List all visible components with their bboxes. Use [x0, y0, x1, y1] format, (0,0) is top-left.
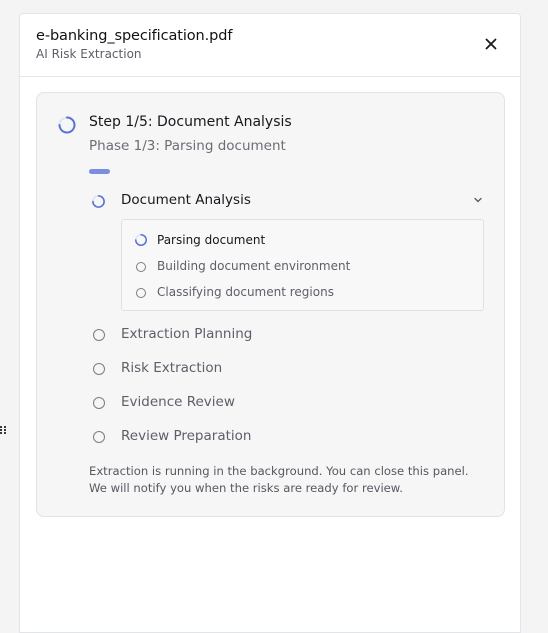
stage-label: Risk Extraction	[121, 360, 223, 376]
stage-review-preparation: Review Preparation	[89, 426, 489, 448]
background-notice: Extraction is running in the background.…	[89, 464, 469, 495]
substep-label: Building document environment	[157, 259, 351, 273]
spinner-icon	[58, 116, 76, 134]
substep-label: Classifying document regions	[157, 285, 334, 299]
spinner-icon	[92, 195, 105, 208]
stage-label: Extraction Planning	[121, 326, 253, 342]
progress-bar	[89, 169, 431, 174]
circle-icon	[93, 363, 105, 375]
circle-icon	[136, 262, 146, 272]
chevron-down-icon[interactable]	[473, 195, 483, 205]
spinner-icon	[135, 234, 147, 246]
stage-document-analysis[interactable]: Document Analysis	[89, 190, 489, 212]
file-name: e-banking_specification.pdf	[36, 28, 233, 44]
stage-label: Evidence Review	[121, 394, 235, 410]
substep-label: Parsing document	[157, 233, 266, 247]
substep-item: Classifying document regions	[134, 284, 474, 302]
circle-icon	[93, 431, 105, 443]
circle-icon	[93, 397, 105, 409]
substeps-panel: Parsing document Building document envir…	[121, 219, 484, 311]
panel-subtitle: AI Risk Extraction	[36, 47, 142, 61]
drag-handle-icon[interactable]	[0, 424, 6, 436]
circle-icon	[136, 288, 146, 298]
close-button[interactable]	[482, 35, 500, 53]
stage-evidence-review: Evidence Review	[89, 392, 489, 414]
stage-risk-extraction: Risk Extraction	[89, 358, 489, 380]
risk-extraction-panel: e-banking_specification.pdf AI Risk Extr…	[19, 13, 521, 633]
close-icon	[485, 38, 497, 50]
panel-header: e-banking_specification.pdf AI Risk Extr…	[20, 14, 520, 77]
progress-bar-fill	[89, 169, 110, 174]
substep-item: Parsing document	[134, 232, 474, 250]
progress-card: Step 1/5: Document Analysis Phase 1/3: P…	[36, 92, 505, 517]
circle-icon	[93, 329, 105, 341]
stage-extraction-planning: Extraction Planning	[89, 324, 489, 346]
phase-text: Phase 1/3: Parsing document	[89, 138, 286, 154]
step-title: Step 1/5: Document Analysis	[89, 114, 292, 130]
substep-item: Building document environment	[134, 258, 474, 276]
stage-label: Review Preparation	[121, 428, 252, 444]
stage-label: Document Analysis	[121, 192, 251, 208]
